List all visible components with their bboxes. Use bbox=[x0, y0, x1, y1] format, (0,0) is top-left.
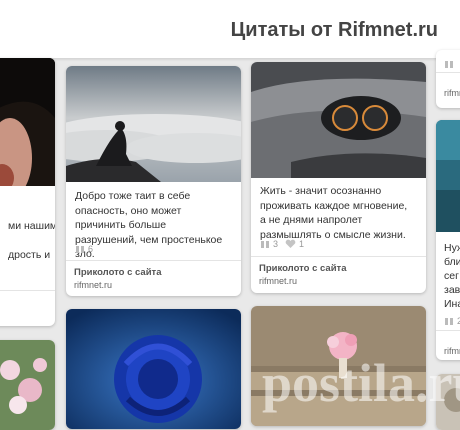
source-site-link[interactable]: rifmnet.ru bbox=[259, 276, 297, 286]
pin-description-line: бли bbox=[444, 256, 460, 268]
pin-divider bbox=[0, 290, 55, 291]
pin-card[interactable] bbox=[66, 309, 241, 429]
pin-description: Добро тоже таит в себе опасность, оно мо… bbox=[75, 190, 223, 260]
pin-card-right-top-partial[interactable]: rifmn bbox=[436, 50, 460, 108]
pin-description-line: дрость и bbox=[8, 249, 51, 261]
pin-stats: 2 bbox=[444, 316, 460, 326]
source-site-link[interactable]: rifmn bbox=[444, 346, 460, 356]
pin-description: Жить - значит осознанно проживать каждое… bbox=[260, 185, 408, 241]
pin-card-left-bottom[interactable] bbox=[0, 340, 55, 430]
pin-card[interactable]: Жить - значит осознанно проживать каждое… bbox=[251, 62, 426, 293]
pin-card[interactable]: Добро тоже таит в себе опасность, оно мо… bbox=[66, 66, 241, 296]
pin-description-line: ми нашим bbox=[8, 220, 55, 232]
pin-card[interactable] bbox=[251, 306, 426, 426]
pin-divider bbox=[251, 256, 426, 257]
pin-card-left-partial[interactable]: ми нашим дрость и bbox=[0, 58, 55, 326]
pin-divider bbox=[66, 260, 241, 261]
pin-description-line: Нуж bbox=[444, 242, 460, 254]
pin-divider bbox=[436, 330, 460, 331]
pin-image[interactable] bbox=[66, 309, 241, 429]
pinned-from-label: Приколото с сайта bbox=[74, 267, 162, 278]
pin-divider bbox=[436, 72, 460, 73]
pin-description-line: Ина bbox=[444, 298, 460, 310]
source-site-link[interactable]: rifmn bbox=[444, 88, 460, 98]
pin-stats: 6 bbox=[75, 244, 93, 254]
heart-icon bbox=[285, 239, 296, 248]
pin-image bbox=[0, 340, 55, 430]
pin-description-line: зав bbox=[444, 284, 460, 296]
repin-count: 3 bbox=[273, 239, 279, 249]
pin-stats: 3 1 bbox=[260, 239, 304, 249]
repin-icon bbox=[445, 61, 453, 68]
board-title: Цитаты от Rifmnet.ru bbox=[230, 19, 438, 41]
pin-image[interactable] bbox=[251, 306, 426, 426]
like-count: 1 bbox=[299, 239, 305, 249]
pin-image[interactable] bbox=[66, 66, 241, 182]
pin-description-line: сег bbox=[444, 270, 459, 282]
pin-image bbox=[436, 120, 460, 232]
pin-image[interactable] bbox=[251, 62, 426, 178]
pin-image bbox=[436, 374, 460, 430]
pin-stats bbox=[444, 60, 454, 69]
repin-icon bbox=[76, 245, 84, 253]
pin-image bbox=[0, 58, 55, 186]
board-header: Цитаты от Rifmnet.ru bbox=[0, 0, 460, 59]
pinned-from-label: Приколото с сайта bbox=[259, 263, 347, 274]
pin-card-right-bottom-partial[interactable] bbox=[436, 374, 460, 430]
repin-count: 6 bbox=[88, 244, 94, 254]
repin-icon bbox=[445, 317, 453, 325]
repin-icon bbox=[261, 240, 269, 248]
pin-card-right-partial[interactable]: Нуж бли сег зав Ина 2 rifmn bbox=[436, 120, 460, 360]
source-site-link[interactable]: rifmnet.ru bbox=[74, 280, 112, 290]
